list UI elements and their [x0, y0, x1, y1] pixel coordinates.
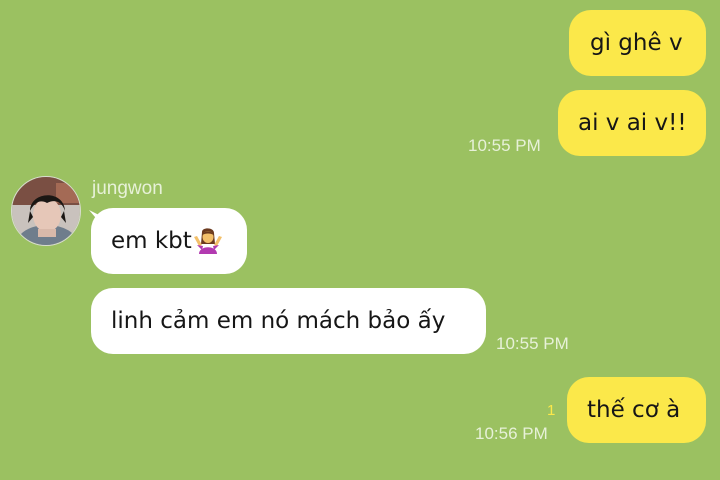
message-text: ai v ai v!!	[578, 109, 687, 136]
outgoing-message-bubble[interactable]: thế cơ à	[567, 377, 706, 443]
message-text: em kbt	[111, 227, 192, 254]
avatar-photo	[12, 177, 80, 245]
message-text: linh cảm em nó mách bảo ấy	[111, 307, 446, 334]
unread-count-badge: 1	[547, 402, 556, 419]
sender-name: jungwon	[92, 178, 163, 199]
message-timestamp: 10:55 PM	[468, 136, 541, 155]
outgoing-message-bubble[interactable]: ai v ai v!!	[558, 90, 706, 156]
outgoing-message-bubble[interactable]: gì ghê v	[569, 10, 706, 76]
message-text: thế cơ à	[587, 396, 681, 423]
woman-shrugging-icon	[193, 228, 223, 254]
chat-area[interactable]: gì ghê v ai v ai v!! 10:55 PM jungwon em…	[0, 0, 720, 480]
message-timestamp: 10:56 PM	[475, 424, 548, 443]
incoming-message-bubble[interactable]: em kbt	[91, 208, 247, 274]
incoming-message-bubble[interactable]: linh cảm em nó mách bảo ấy	[91, 288, 486, 354]
message-timestamp: 10:55 PM	[496, 334, 569, 353]
message-text: gì ghê v	[590, 29, 683, 56]
contact-avatar[interactable]	[11, 176, 81, 246]
